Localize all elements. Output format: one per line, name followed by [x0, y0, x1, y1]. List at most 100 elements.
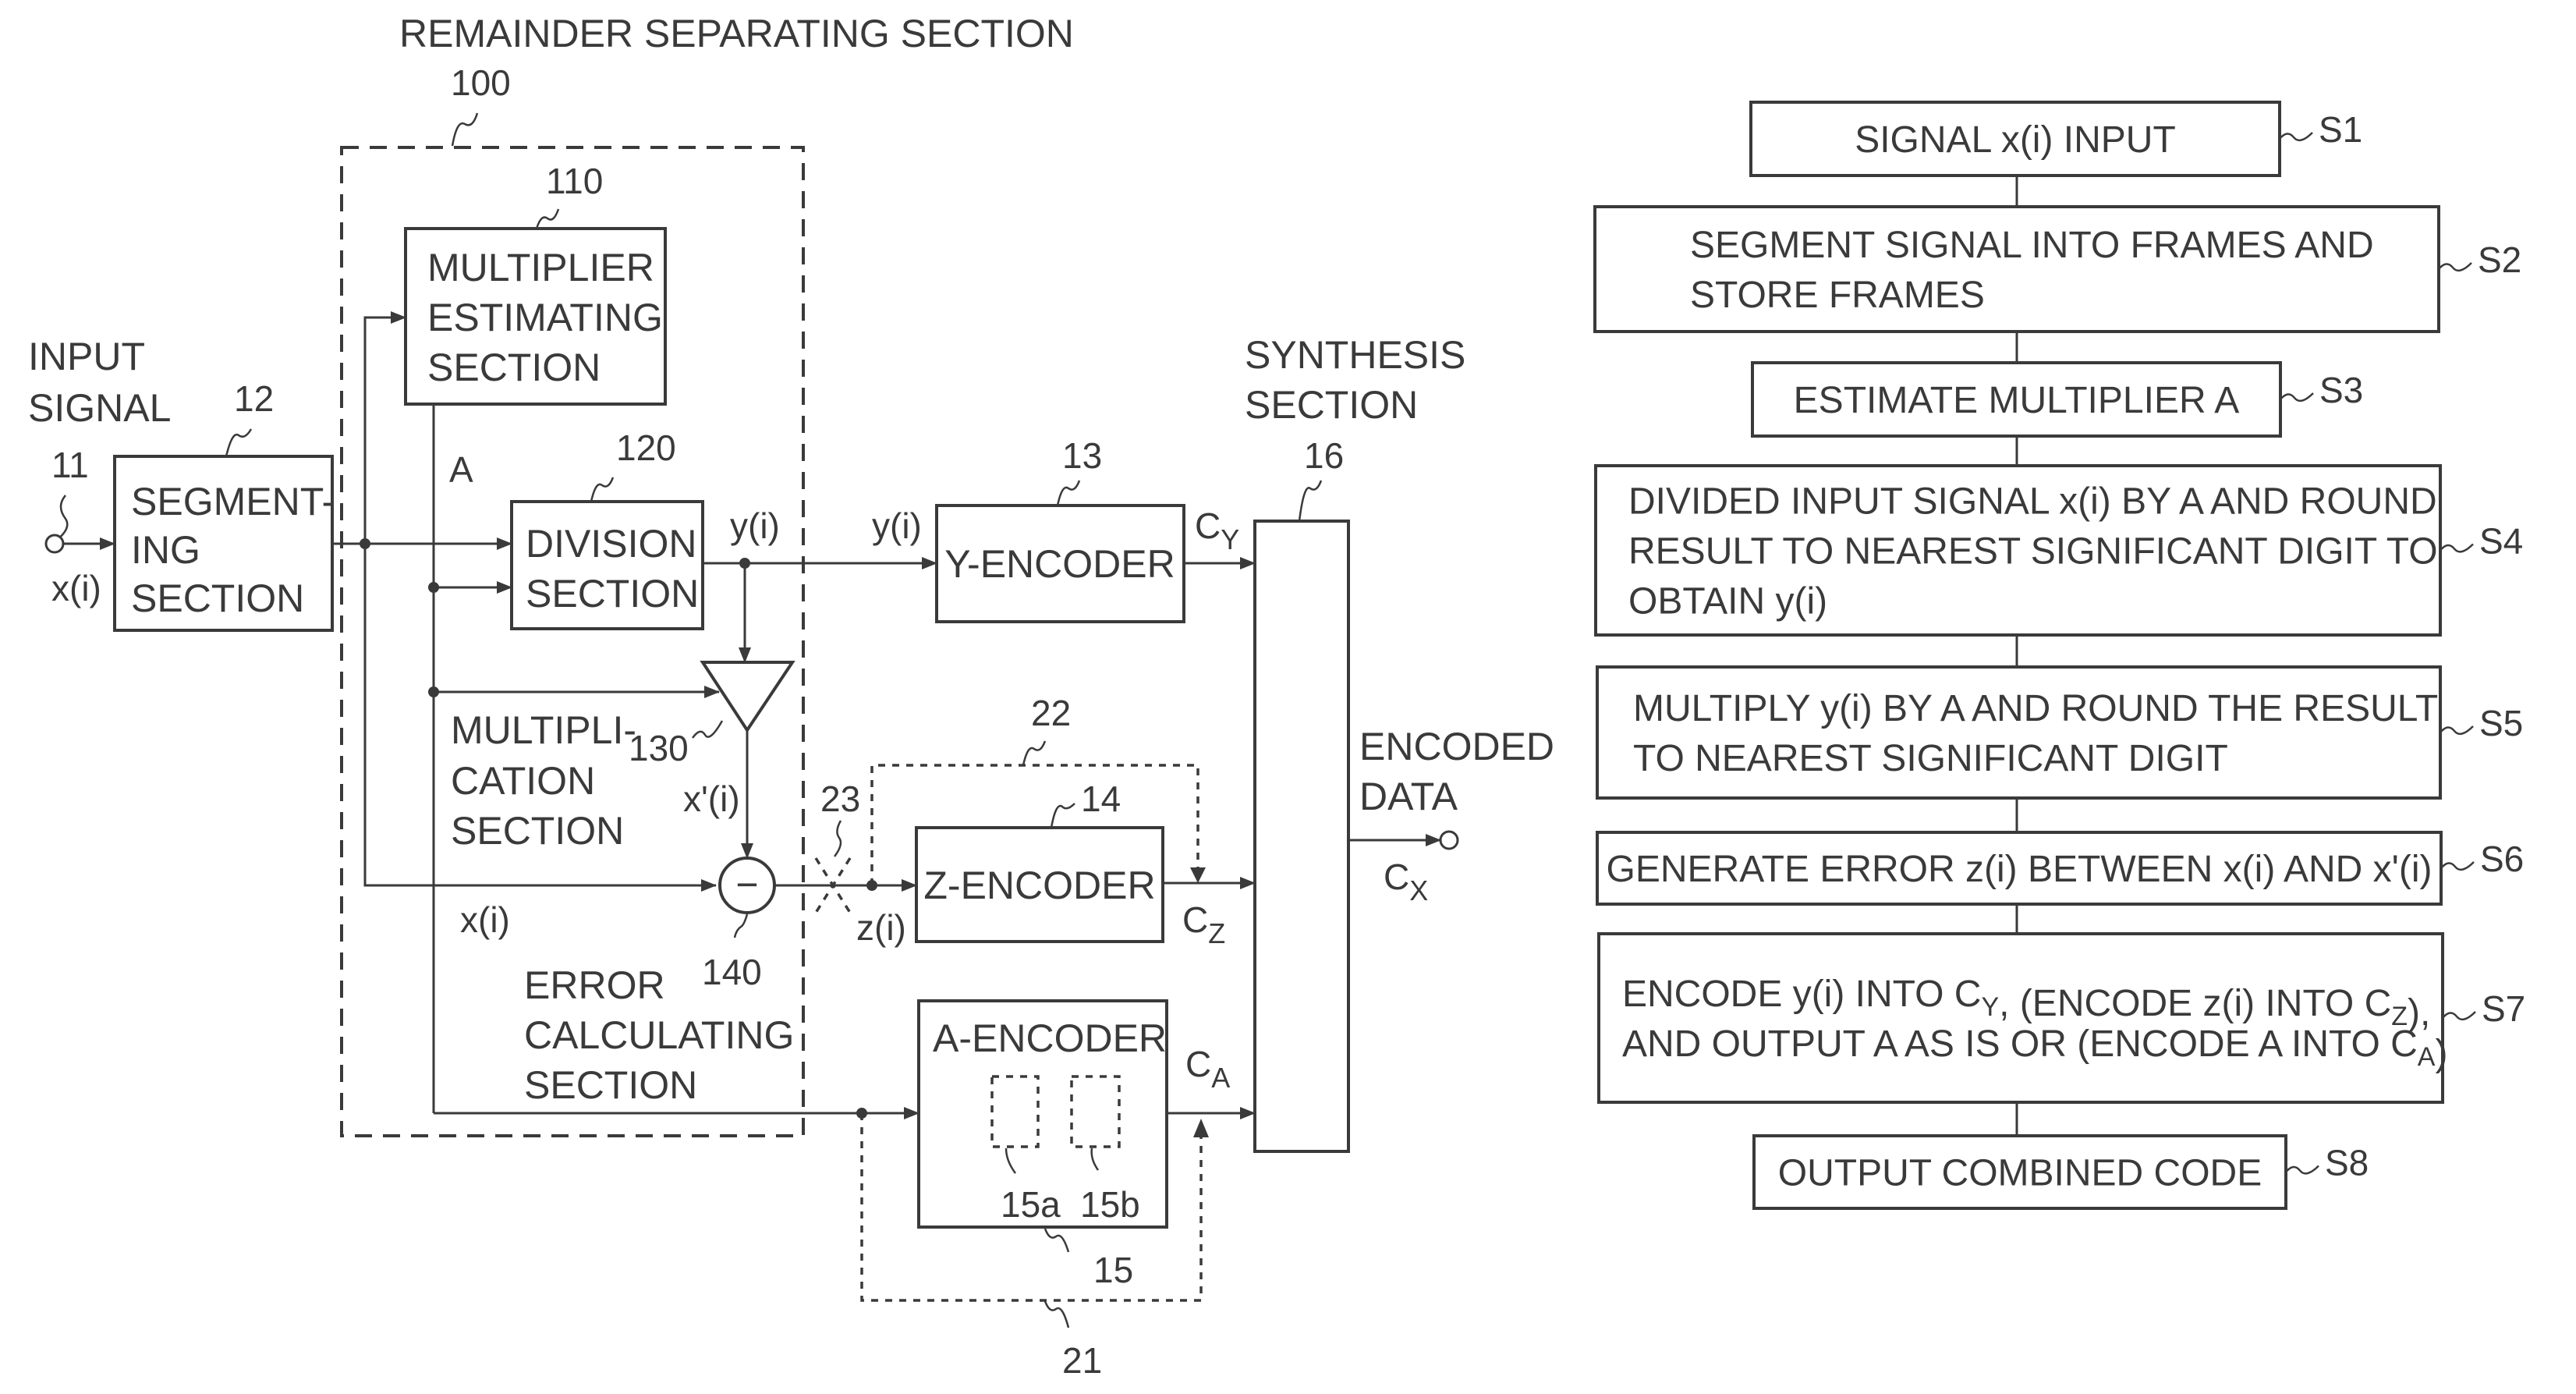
flow-step-s2-id: S2 [2478, 239, 2521, 280]
ref-140: 140 [702, 952, 762, 992]
ref-11: 11 [51, 445, 89, 485]
output-terminal-icon[interactable] [1439, 830, 1459, 850]
error-calculating-label-1: ERROR [524, 963, 665, 1007]
flow-step-s5-id: S5 [2479, 703, 2523, 743]
multiplication-label-1: MULTIPLI- [451, 708, 636, 752]
leader-140 [733, 913, 749, 938]
ref-23: 23 [820, 779, 860, 819]
segmenting-label-3: SECTION [131, 576, 304, 620]
multiplication-output-x-prime: x'(i) [683, 779, 740, 819]
cy-sub: Y [1221, 523, 1239, 555]
flow-step-s5-line-2: TO NEAREST SIGNIFICANT DIGIT [1633, 738, 2228, 779]
leader-120 [590, 477, 615, 502]
leader-16 [1298, 480, 1323, 522]
flow-step-s2-line-2: STORE FRAMES [1690, 275, 1985, 316]
z-encoder-label: Z-ENCODER [923, 864, 1155, 907]
leader-14 [1050, 803, 1075, 828]
cy-main: C [1195, 505, 1221, 546]
subtract-icon: − [735, 863, 758, 906]
cx-main: C [1384, 857, 1409, 897]
input-signal-xi: x(i) [51, 568, 101, 608]
ref-100: 100 [451, 62, 511, 103]
flow-step-s7-id: S7 [2482, 988, 2525, 1029]
multiplication-section-triangle[interactable] [700, 661, 795, 733]
ref-110: 110 [546, 161, 603, 201]
flow-step-s4-line-3: OBTAIN y(i) [1628, 581, 1827, 623]
flow-step-s1-id: S1 [2319, 109, 2362, 150]
ref-15b: 15b [1080, 1184, 1140, 1225]
synthesis-section-box[interactable] [1253, 520, 1350, 1153]
flow-step-s3-leader [2280, 392, 2314, 403]
flowchart: SIGNAL x(i) INPUT S1 SEGMENT SIGNAL INTO F… [1593, 101, 2525, 1210]
multiplication-label-2: CATION [451, 759, 595, 803]
block-diagram: REMAINDER SEPARATING SECTION 100 INPUT S… [28, 12, 1554, 1381]
ref-14: 14 [1081, 779, 1121, 819]
flow-step-s4-line-2: RESULT TO NEAREST SIGNIFICANT DIGIT TO [1628, 531, 2438, 573]
text-run: , (ENCODE z(i) INTO C [1999, 983, 2391, 1024]
cx-sub: X [1409, 874, 1428, 906]
segmenting-label-1: SEGMENT- [131, 480, 335, 523]
flow-step-s2-line-1: SEGMENT SIGNAL INTO FRAMES AND [1690, 225, 2374, 266]
multiplication-label-3: SECTION [451, 809, 624, 853]
multiplier-estimating-label-1: MULTIPLIER [427, 246, 654, 289]
flow-step-s8-leader [2285, 1165, 2319, 1175]
division-output-yi: y(i) [730, 505, 780, 546]
subscript: Y [1981, 992, 1999, 1022]
ref-120: 120 [616, 427, 676, 468]
input-terminal-icon[interactable] [44, 534, 65, 554]
ca-sub: A [1211, 1062, 1230, 1094]
ref-13: 13 [1062, 435, 1102, 476]
encoded-data-label-1: ENCODED [1359, 725, 1554, 768]
text-run: ENCODE y(i) INTO C [1622, 974, 1981, 1015]
leader-12 [225, 428, 253, 457]
cz-sub: Z [1208, 917, 1225, 949]
leader-130 [691, 720, 724, 739]
subscript: A [2418, 1042, 2436, 1072]
cz-main: C [1182, 899, 1208, 940]
input-signal-label-2: SIGNAL [28, 386, 171, 430]
text-run: AND OUTPUT A AS IS OR (ENCODE A INTO C [1622, 1023, 2418, 1065]
input-signal-label-1: INPUT [28, 335, 145, 378]
cx-label: CX [1384, 857, 1428, 906]
ref-15a: 15a [1001, 1184, 1061, 1225]
leader-22 [1022, 740, 1047, 766]
flow-step-s2-leader [2438, 262, 2472, 272]
encoded-data-label-2: DATA [1359, 775, 1458, 818]
flow-step-s5-line-1: MULTIPLY y(i) BY A AND ROUND THE RESULT [1633, 688, 2438, 729]
ref-12: 12 [234, 378, 274, 419]
leader-23 [833, 820, 842, 857]
ref-22: 22 [1031, 693, 1071, 733]
multiplier-estimating-label-2: ESTIMATING [427, 296, 663, 339]
z-bypass-arrowhead [1190, 867, 1206, 883]
synthesis-label-1: SYNTHESIS [1245, 333, 1465, 377]
flow-step-s3-line-1: ESTIMATE MULTIPLIER A [1794, 380, 2240, 421]
wire-x-to-multiplier-estimator [363, 311, 406, 544]
flow-step-s1-line-1: SIGNAL x(i) INPUT [1855, 119, 2176, 161]
segmenting-label-2: ING [131, 528, 200, 572]
leader-21 [1044, 1300, 1070, 1328]
flow-step-s8-line-1: OUTPUT COMBINED CODE [1778, 1153, 2262, 1194]
multiplier-A-label: A [449, 449, 473, 490]
flow-step-s6-leader [2440, 861, 2475, 871]
flow-step-s5-leader [2440, 725, 2474, 736]
ca-main: C [1185, 1044, 1211, 1084]
error-calculating-label-2: CALCULATING [524, 1013, 794, 1057]
flow-step-s8-id: S8 [2325, 1143, 2369, 1183]
division-label-1: DIVISION [526, 522, 696, 566]
error-calculating-label-3: SECTION [524, 1063, 697, 1107]
ref-16: 16 [1304, 435, 1344, 476]
error-input-xi: x(i) [460, 899, 510, 940]
flow-step-s4-line-1: DIVIDED INPUT SIGNAL x(i) BY A AND ROUND [1628, 481, 2437, 523]
ref-21: 21 [1062, 1340, 1102, 1381]
leader-15 [1044, 1228, 1070, 1253]
patent-figure: REMAINDER SEPARATING SECTION 100 INPUT S… [28, 12, 2525, 1381]
multiplier-estimating-label-3: SECTION [427, 346, 601, 389]
ca-label: CA [1185, 1044, 1230, 1094]
flow-step-s6-id: S6 [2480, 839, 2524, 879]
flow-step-s6-line-1: GENERATE ERROR z(i) BETWEEN x(i) AND x'(… [1607, 849, 2432, 890]
flow-step-s4-id: S4 [2479, 521, 2523, 562]
flow-step-s7-leader [2442, 1011, 2476, 1021]
leader-110 [535, 208, 560, 229]
synthesis-label-2: SECTION [1245, 383, 1418, 427]
flow-step-s1-leader [2279, 132, 2313, 142]
